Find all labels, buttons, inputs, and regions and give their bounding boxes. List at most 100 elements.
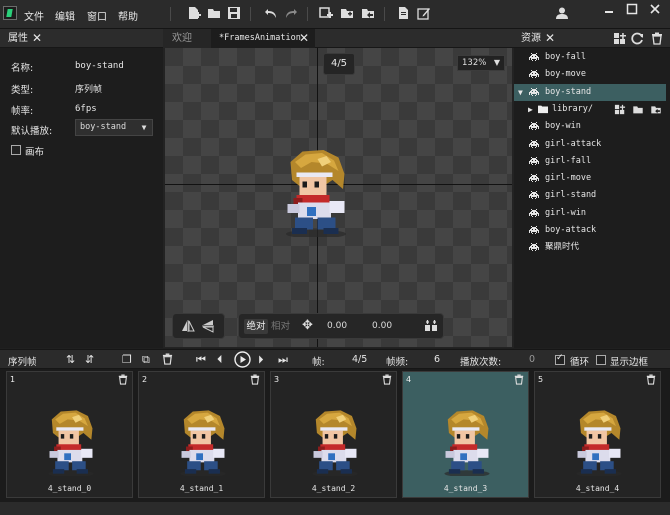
resource-item[interactable]: boy-win xyxy=(514,118,666,135)
menu-edit[interactable]: 编辑 xyxy=(55,8,75,23)
menu-help[interactable]: 帮助 xyxy=(118,8,138,23)
resource-item[interactable]: girl-fall xyxy=(514,153,666,170)
default-play-label: 默认播放: xyxy=(11,126,53,137)
close-window-icon[interactable] xyxy=(646,3,664,19)
import-image-icon[interactable] xyxy=(318,6,333,21)
export-folder-icon[interactable] xyxy=(360,6,375,21)
frame-number: 2 xyxy=(142,375,148,384)
frame-number: 4 xyxy=(406,375,412,384)
trash-icon[interactable] xyxy=(646,374,656,388)
undo-icon[interactable] xyxy=(263,6,278,21)
folder-icon xyxy=(538,105,548,114)
trash-icon[interactable] xyxy=(118,374,128,388)
resource-label: library/ xyxy=(552,103,593,114)
new-file-icon[interactable] xyxy=(186,6,201,21)
close-tab-icon[interactable]: ✕ xyxy=(32,29,42,48)
open-folder-icon[interactable] xyxy=(206,6,221,21)
plays-value[interactable]: 0 xyxy=(529,354,535,365)
menu-file[interactable]: 文件 xyxy=(24,8,44,23)
frame-badge: 4/5 xyxy=(323,53,355,75)
canvas-checkbox[interactable] xyxy=(11,145,21,155)
zoom-select[interactable]: 132% ▼ xyxy=(457,55,505,71)
resource-label: girl-stand xyxy=(545,190,597,201)
loop-checkbox[interactable] xyxy=(555,353,565,365)
frame-name: 4_stand_1 xyxy=(179,484,224,493)
paste-frame-icon[interactable]: ⧉ xyxy=(142,353,150,366)
name-label: 名称: xyxy=(11,63,34,74)
copy-frame-icon[interactable]: ❐ xyxy=(122,353,132,366)
document-export-icon[interactable] xyxy=(396,6,411,21)
first-frame-icon[interactable]: ⏮ xyxy=(196,353,206,366)
trash-icon[interactable] xyxy=(651,32,663,48)
resource-item[interactable]: girl-attack xyxy=(514,136,666,153)
resource-item[interactable]: girl-win xyxy=(514,205,666,222)
default-play-select[interactable]: boy-stand ▼ xyxy=(75,119,153,136)
trash-icon[interactable] xyxy=(382,374,392,388)
redo-icon[interactable] xyxy=(283,6,298,21)
previous-frame-icon[interactable]: ⏴ xyxy=(217,353,223,366)
resource-item[interactable]: 聚鼎时代 xyxy=(514,239,666,256)
character-sprite xyxy=(286,150,346,237)
resource-label: boy-attack xyxy=(545,225,597,235)
resource-item[interactable]: boy-attack xyxy=(514,222,666,239)
animation-canvas[interactable]: 4/5 132% ▼ 绝对 相对 ✥ 0.00 0.00 xyxy=(165,48,512,347)
next-frame-icon[interactable]: ⏵ xyxy=(258,353,264,366)
sort-ascending-icon[interactable]: ⇅ xyxy=(66,353,75,366)
tab-frames-animation[interactable]: *FramesAnimation xyxy=(219,29,301,48)
properties-tab[interactable]: 属性 xyxy=(8,29,28,48)
y-offset-input[interactable]: 0.00 xyxy=(372,321,392,331)
delete-frame-icon[interactable] xyxy=(162,353,173,368)
open-folder-icon[interactable] xyxy=(632,104,644,115)
resource-item[interactable]: girl-stand xyxy=(514,187,666,204)
relative-mode-button[interactable]: 相对 xyxy=(271,319,290,334)
resource-item[interactable]: ▶ library/ xyxy=(514,101,666,118)
flip-vertical-icon[interactable] xyxy=(201,319,215,336)
maximize-icon[interactable] xyxy=(623,3,641,19)
chevron-down-icon[interactable]: ▼ xyxy=(518,84,523,101)
absolute-mode-button[interactable]: 绝对 xyxy=(244,319,268,334)
menu-window[interactable]: 窗口 xyxy=(87,8,107,23)
save-icon[interactable] xyxy=(226,6,241,21)
plays-label: 播放次数: xyxy=(460,357,502,368)
sort-descending-icon[interactable]: ⇵ xyxy=(85,353,94,366)
user-icon[interactable] xyxy=(554,6,569,21)
play-icon[interactable] xyxy=(234,351,251,371)
resources-tab[interactable]: 资源 xyxy=(521,29,541,48)
frame-thumbnail[interactable]: 4 4_stand_3 xyxy=(402,371,529,498)
add-resource-icon[interactable] xyxy=(614,104,626,115)
edit-icon[interactable] xyxy=(416,6,431,21)
x-offset-input[interactable]: 0.00 xyxy=(327,321,347,331)
refresh-icon[interactable] xyxy=(631,32,644,48)
frame-thumbnail[interactable]: 1 4_stand_0 xyxy=(6,371,133,498)
add-folder-icon[interactable] xyxy=(339,6,354,21)
minimize-icon[interactable] xyxy=(600,3,618,19)
invader-icon xyxy=(529,139,539,148)
add-resource-icon[interactable] xyxy=(613,32,627,48)
resource-label: girl-attack xyxy=(545,138,602,149)
rate-value[interactable]: 6 xyxy=(434,354,440,365)
tab-welcome[interactable]: 欢迎 xyxy=(172,29,192,48)
align-icon[interactable] xyxy=(424,319,438,336)
invader-icon xyxy=(529,87,539,96)
resource-item[interactable]: boy-fall xyxy=(514,49,666,66)
chevron-right-icon[interactable]: ▶ xyxy=(528,101,533,118)
export-folder-icon[interactable] xyxy=(650,104,662,115)
properties-panel: 属性 ✕ 名称: boy-stand 类型: 序列帧 帧率: 6fps 默认播放… xyxy=(0,29,163,348)
trash-icon[interactable] xyxy=(250,374,260,388)
frame-thumbnail[interactable]: 2 4_stand_1 xyxy=(138,371,265,498)
close-tab-icon[interactable]: ✕ xyxy=(299,29,309,48)
type-label: 类型: xyxy=(11,85,34,96)
frame-thumbnail[interactable]: 5 4_stand_4 xyxy=(534,371,661,498)
flip-horizontal-icon[interactable] xyxy=(181,319,195,336)
invader-icon xyxy=(529,191,539,200)
trash-icon[interactable] xyxy=(514,374,524,388)
close-tab-icon[interactable]: ✕ xyxy=(545,29,555,48)
resource-item[interactable]: girl-move xyxy=(514,170,666,187)
last-frame-icon[interactable]: ⏭ xyxy=(278,353,288,366)
show-border-checkbox[interactable] xyxy=(596,355,606,365)
frames-tab[interactable]: 序列帧 xyxy=(8,354,37,368)
resource-label: girl-win xyxy=(545,207,586,218)
frame-thumbnail[interactable]: 3 4_stand_2 xyxy=(270,371,397,498)
resource-item[interactable]: ▼ boy-stand xyxy=(514,83,666,101)
resource-item[interactable]: boy-move xyxy=(514,66,666,83)
